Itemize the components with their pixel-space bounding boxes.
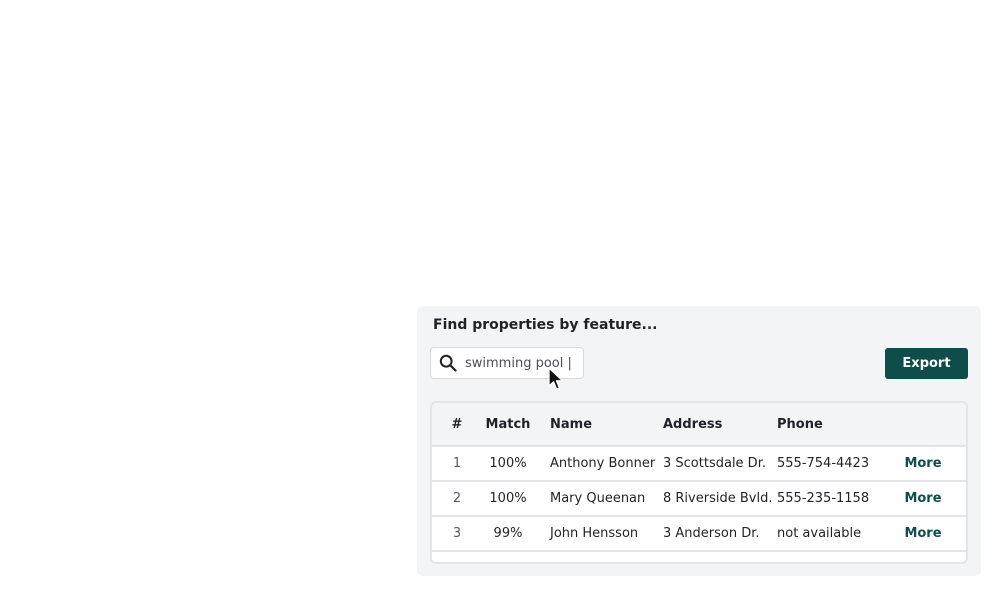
search-icon xyxy=(439,354,457,372)
mouse-pointer-icon xyxy=(548,367,564,390)
property-search-panel: Find properties by feature... Export # M… xyxy=(417,306,981,576)
table-row: 3 99% John Hensson 3 Anderson Dr. not av… xyxy=(432,517,966,552)
phone-number: 555-754-4423 xyxy=(777,456,870,471)
owner-name: Anthony Bonner xyxy=(550,456,656,471)
more-link[interactable]: More xyxy=(904,491,941,506)
panel-title: Find properties by feature... xyxy=(433,317,658,333)
property-address: 3 Scottsdale Dr. xyxy=(663,456,766,471)
results-table: # Match Name Address Phone 1 100% Anthon… xyxy=(430,401,968,564)
row-number: 3 xyxy=(452,526,462,541)
column-header-address: Address xyxy=(663,416,723,432)
match-score: 99% xyxy=(493,526,523,541)
more-link[interactable]: More xyxy=(904,456,941,471)
owner-name: John Hensson xyxy=(550,526,639,541)
owner-name: Mary Queenan xyxy=(550,491,646,506)
property-address: 8 Riverside Bvld. xyxy=(663,491,773,506)
column-header-match: Match xyxy=(485,416,531,432)
table-row: 2 100% Mary Queenan 8 Riverside Bvld. 55… xyxy=(432,482,966,517)
row-number: 1 xyxy=(452,456,462,471)
property-address: 3 Anderson Dr. xyxy=(663,526,760,541)
phone-number: not available xyxy=(777,526,862,541)
match-score: 100% xyxy=(489,491,527,506)
column-header-number: # xyxy=(451,416,463,432)
export-button[interactable]: Export xyxy=(885,348,968,379)
more-link[interactable]: More xyxy=(904,526,941,541)
phone-number: 555-235-1158 xyxy=(777,491,870,506)
row-number: 2 xyxy=(452,491,462,506)
table-row: 1 100% Anthony Bonner 3 Scottsdale Dr. 5… xyxy=(432,447,966,482)
column-header-name: Name xyxy=(550,416,593,432)
match-score: 100% xyxy=(489,456,527,471)
table-header-row: # Match Name Address Phone xyxy=(432,403,966,447)
column-header-phone: Phone xyxy=(777,416,823,432)
